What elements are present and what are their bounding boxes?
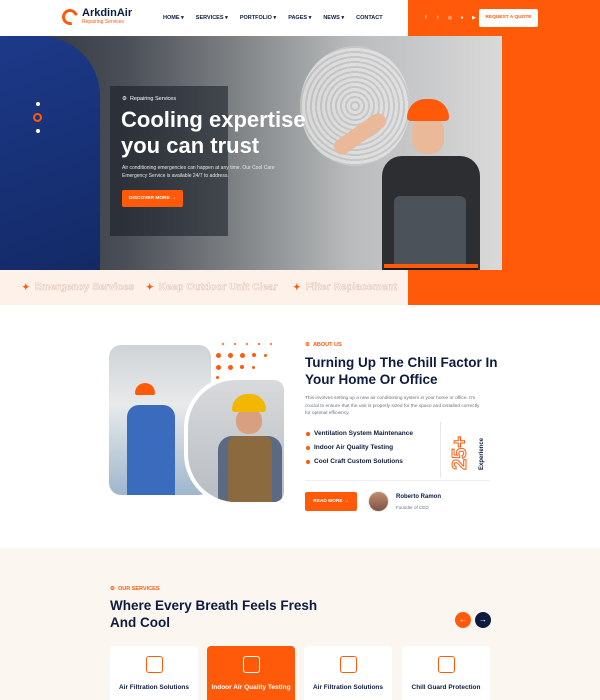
gear-icon: ⚙ <box>110 586 115 592</box>
about-tag-label: ABOUT US <box>312 342 342 348</box>
services-title: Where Every Breath Feels Fresh And Cool <box>110 598 318 630</box>
list-item: Indoor Air Quality Testing <box>306 444 413 451</box>
gear-icon: ⚙ <box>305 342 310 348</box>
bullet-icon <box>306 459 310 464</box>
request-quote-button[interactable]: REQUEST A QUOTE <box>479 9 538 27</box>
bullet-icon <box>306 431 310 436</box>
slider-dot-active[interactable] <box>33 113 42 122</box>
hero-slider-dots <box>33 102 42 133</box>
about-description: This involves setting up a new air condi… <box>305 396 480 416</box>
main-nav: HOME ▾ SERVICES ▾ PORTFOLIO ▾ PAGES ▾ NE… <box>163 15 383 21</box>
instagram-icon[interactable]: ◎ <box>447 15 453 21</box>
hero-tag: ⚙ Repairing Services <box>122 96 176 102</box>
arrow-right-icon: → <box>171 196 176 201</box>
next-arrow-button[interactable]: → <box>475 612 491 628</box>
divider <box>305 480 490 481</box>
social-links: f t ◎ ● ▶ <box>423 15 477 21</box>
facebook-icon[interactable]: f <box>423 15 429 21</box>
nav-services[interactable]: SERVICES ▾ <box>196 15 228 21</box>
sparkle-icon: ✦ <box>293 282 301 292</box>
nav-home[interactable]: HOME ▾ <box>163 15 184 21</box>
logo-icon <box>59 5 81 28</box>
experience-badge: 25+ Experience <box>440 422 492 478</box>
slider-dot[interactable] <box>35 129 40 133</box>
sparkle-icon: ✦ <box>22 282 30 292</box>
nav-pages[interactable]: PAGES ▾ <box>288 15 311 21</box>
about-worker-image <box>184 376 288 506</box>
services-ticker: ✦ Emergency Services ✦ Keep Outdoor Unit… <box>0 270 408 305</box>
discover-more-label: DISCOVER MORE <box>129 196 170 201</box>
slider-dot[interactable] <box>35 102 40 106</box>
ticker-item: ✦ Emergency Services <box>22 282 135 294</box>
service-card-title: Air Filtration Solutions <box>312 684 384 691</box>
brand-name: ArkdinAir <box>82 7 133 19</box>
air-filter-icon <box>146 656 163 673</box>
air-quality-icon <box>243 656 260 673</box>
services-tag: ⚙ OUR SERVICES <box>110 586 159 592</box>
prev-arrow-button[interactable]: ← <box>455 612 471 628</box>
ticker-item: ✦ Filter Replacement <box>293 282 397 294</box>
about-tag: ⚙ ABOUT US <box>305 342 342 348</box>
service-card-title: Chill Guard Protection <box>411 684 481 691</box>
hero-worker-image <box>330 96 500 270</box>
list-item-label: Ventilation System Maintenance <box>314 430 413 437</box>
hero-title: Cooling expertise you can trust <box>121 107 306 158</box>
flickr-icon[interactable]: ● <box>459 15 465 21</box>
service-card-title: Air Filtration Solutions <box>118 684 190 691</box>
hero-technician-image <box>0 36 100 270</box>
about-feature-list: Ventilation System Maintenance Indoor Ai… <box>306 430 413 465</box>
service-card[interactable]: Chill Guard Protection <box>402 646 490 700</box>
decorative-dots <box>216 343 276 379</box>
service-card[interactable]: Air Filtration Solutions <box>304 646 392 700</box>
logo[interactable]: ArkdinAir Repairing Services <box>59 5 133 28</box>
gear-icon: ⚙ <box>122 96 127 102</box>
service-card-title: Indoor Air Quality Testing <box>211 684 291 691</box>
arrow-right-icon: → <box>343 499 349 504</box>
hero-description: Air conditioning emergencies can happen … <box>122 165 275 179</box>
about-title: Turning Up The Chill Factor In Your Home… <box>305 355 498 387</box>
experience-label: Experience <box>479 437 485 470</box>
nav-news[interactable]: NEWS ▾ <box>323 15 344 21</box>
twitter-icon[interactable]: t <box>435 15 441 21</box>
nav-contact[interactable]: CONTACT <box>356 15 382 21</box>
read-more-button[interactable]: READ MORE → <box>305 492 357 511</box>
avatar <box>368 491 389 512</box>
experience-number: 25+ <box>449 436 472 471</box>
ticker-label: Filter Replacement <box>305 282 397 294</box>
hero-tag-label: Repairing Services <box>129 96 177 102</box>
nav-portfolio[interactable]: PORTFOLIO ▾ <box>240 15 276 21</box>
service-card[interactable]: Air Filtration Solutions <box>110 646 198 700</box>
list-item: Ventilation System Maintenance <box>306 430 413 437</box>
ticker-label: Emergency Services <box>34 282 135 294</box>
air-conditioner-icon <box>340 656 357 673</box>
house-shield-icon <box>438 656 455 673</box>
ticker-label: Keep Outdoor Unit Clear <box>158 282 278 294</box>
author-name: Roberto Ramon <box>396 494 441 500</box>
list-item: Cool Craft Custom Solutions <box>306 458 413 465</box>
list-item-label: Indoor Air Quality Testing <box>314 444 394 451</box>
author-role: Founder of CEO <box>396 505 429 510</box>
read-more-label: READ MORE <box>313 499 343 504</box>
service-card-active[interactable]: Indoor Air Quality Testing <box>207 646 295 700</box>
youtube-icon[interactable]: ▶ <box>471 15 477 21</box>
discover-more-button[interactable]: DISCOVER MORE → <box>122 190 183 207</box>
services-tag-label: OUR SERVICES <box>117 586 160 592</box>
ticker-item: ✦ Keep Outdoor Unit Clear <box>146 282 278 294</box>
sparkle-icon: ✦ <box>146 282 154 292</box>
bullet-icon <box>306 445 310 450</box>
brand-subtitle: Repairing Services <box>82 19 124 25</box>
list-item-label: Cool Craft Custom Solutions <box>314 458 403 465</box>
